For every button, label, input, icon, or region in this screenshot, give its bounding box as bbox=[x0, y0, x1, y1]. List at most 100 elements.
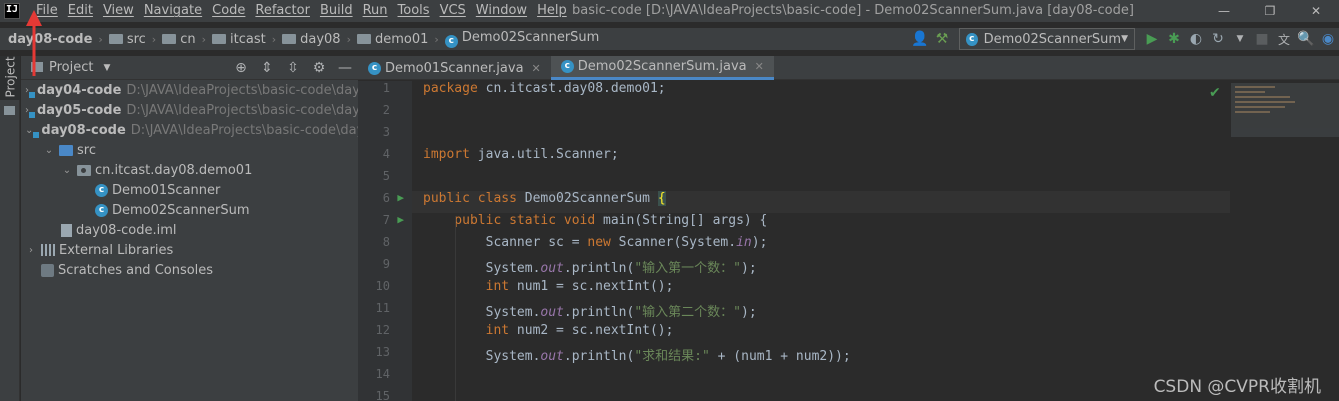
folder-icon bbox=[108, 33, 123, 44]
code-line-6: public class Demo02ScannerSum { bbox=[412, 191, 1230, 213]
editor-gutter: 1 2 3 4 5 6 ▶ 7 ▶ 8 9 10 11 12 13 14 15 bbox=[358, 81, 412, 401]
debug-icon[interactable]: ✱ bbox=[1163, 31, 1185, 47]
chevron-down-icon[interactable]: ▼ bbox=[103, 63, 110, 73]
code-text: .println( bbox=[563, 305, 635, 320]
line-number: 2 bbox=[382, 103, 390, 117]
ide-update-icon[interactable]: ◉ bbox=[1317, 31, 1339, 47]
breadcrumb-demo01[interactable]: demo01 bbox=[353, 32, 432, 47]
menu-bar: IJ File Edit View Navigate Code Refactor… bbox=[0, 0, 1339, 22]
code-line-8: Scanner sc = new Scanner(System.in); bbox=[412, 235, 1230, 257]
code-line-10: int num1 = sc.nextInt(); bbox=[412, 279, 1230, 301]
code-text: cn.itcast.day08.demo01; bbox=[477, 81, 666, 96]
tree-item-day08-code[interactable]: ⌄ day08-code D:\JAVA\IdeaProjects\basic-… bbox=[21, 120, 358, 140]
close-button[interactable]: ✕ bbox=[1293, 4, 1339, 18]
java-class-icon: c bbox=[95, 203, 108, 217]
locate-file-icon[interactable]: ⊕ bbox=[228, 60, 254, 76]
tree-item-src[interactable]: ⌄ src bbox=[21, 140, 358, 160]
gear-icon[interactable]: ⚙ bbox=[306, 60, 332, 76]
code-minimap[interactable] bbox=[1231, 83, 1339, 137]
code-editor[interactable]: package cn.itcast.day08.demo01; import j… bbox=[412, 81, 1230, 401]
tab-demo02scannersum[interactable]: c Demo02ScannerSum.java ✕ bbox=[550, 56, 774, 80]
line-number: 12 bbox=[375, 323, 390, 337]
chevron-right-icon[interactable]: › bbox=[25, 245, 37, 256]
menu-refactor[interactable]: Refactor bbox=[250, 0, 315, 22]
expand-all-icon[interactable]: ⇕ bbox=[254, 60, 280, 76]
breadcrumb: day08-code › src › cn › itcast › day08 ›… bbox=[4, 30, 603, 48]
minimize-button[interactable]: — bbox=[1201, 4, 1247, 18]
code-text: ); bbox=[751, 235, 768, 250]
code-text: Demo02ScannerSum bbox=[516, 191, 658, 206]
translate-icon[interactable]: 文 bbox=[1273, 31, 1295, 48]
tree-item-external-libraries[interactable]: › External Libraries bbox=[21, 240, 358, 260]
menu-view[interactable]: View bbox=[98, 0, 139, 22]
code-text: num2 = sc.nextInt(); bbox=[509, 323, 674, 338]
breadcrumb-demo01-label: demo01 bbox=[374, 31, 429, 47]
chevron-down-icon[interactable]: ⌄ bbox=[25, 125, 33, 136]
tree-item-day04-code[interactable]: › day04-code D:\JAVA\IdeaProjects\basic-… bbox=[21, 80, 358, 100]
close-icon[interactable]: ✕ bbox=[755, 60, 764, 73]
menu-window[interactable]: Window bbox=[471, 0, 532, 22]
tree-item-path: D:\JAVA\IdeaProjects\basic-code\day0 bbox=[126, 102, 358, 118]
restore-button[interactable]: ❐ bbox=[1247, 4, 1293, 18]
breadcrumb-itcast[interactable]: itcast bbox=[208, 32, 270, 47]
breadcrumb-class[interactable]: c Demo02ScannerSum bbox=[441, 30, 604, 48]
breadcrumb-cn[interactable]: cn bbox=[158, 32, 199, 47]
stop-icon[interactable]: ■ bbox=[1251, 31, 1273, 47]
build-hammer-icon[interactable]: ⚒ bbox=[931, 31, 953, 47]
code-text: Scanner(System. bbox=[610, 235, 737, 250]
static-field: out bbox=[540, 305, 564, 320]
code-text: System. bbox=[423, 305, 541, 320]
tree-item-day05-code[interactable]: › day05-code D:\JAVA\IdeaProjects\basic-… bbox=[21, 100, 358, 120]
chevron-down-icon[interactable]: ⌄ bbox=[61, 165, 73, 176]
menu-run[interactable]: Run bbox=[358, 0, 393, 22]
source-folder-icon bbox=[59, 144, 73, 156]
watermark: CSDN @CVPR收割机 bbox=[1153, 377, 1321, 397]
menu-navigate[interactable]: Navigate bbox=[139, 0, 207, 22]
chevron-down-icon[interactable]: ⌄ bbox=[43, 145, 55, 156]
profile-icon[interactable]: ↻ bbox=[1207, 31, 1229, 47]
menu-tools[interactable]: Tools bbox=[393, 0, 435, 22]
tree-item-iml[interactable]: day08-code.iml bbox=[21, 220, 358, 240]
menu-vcs[interactable]: VCS bbox=[435, 0, 471, 22]
chevron-right-icon: › bbox=[98, 32, 103, 46]
tree-item-package[interactable]: ⌄ cn.itcast.day08.demo01 bbox=[21, 160, 358, 180]
tree-item-scratches[interactable]: Scratches and Consoles bbox=[21, 260, 358, 280]
menu-edit[interactable]: Edit bbox=[63, 0, 98, 22]
menu-build[interactable]: Build bbox=[315, 0, 358, 22]
breadcrumb-src[interactable]: src bbox=[105, 32, 150, 47]
close-icon[interactable]: ✕ bbox=[532, 62, 541, 75]
run-gutter-icon[interactable]: ▶ bbox=[397, 191, 404, 204]
code-line-11: System.out.println("输入第二个数："); bbox=[412, 301, 1230, 323]
keyword: public class bbox=[423, 191, 517, 206]
menu-code[interactable]: Code bbox=[207, 0, 250, 22]
package-icon bbox=[356, 33, 371, 44]
toolbar-right: 👤 ⚒ c Demo02ScannerSum ▼ ▶ ✱ ◐ ↻ ▼ ■ 文 🔍… bbox=[909, 28, 1339, 50]
left-tool-strip: Project bbox=[0, 56, 20, 401]
run-configuration-select[interactable]: c Demo02ScannerSum ▼ bbox=[959, 28, 1135, 50]
tree-item-demo02scannersum[interactable]: c Demo02ScannerSum bbox=[21, 200, 358, 220]
project-tool-tab[interactable]: Project bbox=[0, 56, 20, 100]
breadcrumb-day08[interactable]: day08 bbox=[278, 32, 344, 47]
coverage-icon[interactable]: ◐ bbox=[1185, 31, 1207, 47]
more-run-actions-icon[interactable]: ▼ bbox=[1229, 34, 1251, 44]
string-literal: "求和结果:" bbox=[634, 349, 710, 364]
no-problems-check-icon[interactable]: ✔ bbox=[1209, 85, 1221, 101]
code-text: System. bbox=[423, 261, 541, 276]
line-number: 8 bbox=[382, 235, 390, 249]
tab-demo01scanner[interactable]: c Demo01Scanner.java ✕ bbox=[358, 56, 551, 80]
library-icon bbox=[41, 244, 55, 256]
run-icon[interactable]: ▶ bbox=[1141, 31, 1163, 47]
minimap-line bbox=[1235, 111, 1270, 113]
user-icon[interactable]: 👤 bbox=[909, 31, 931, 47]
hide-icon[interactable]: — bbox=[332, 60, 358, 76]
search-icon[interactable]: 🔍 bbox=[1295, 31, 1317, 47]
tree-item-label: day08-code bbox=[41, 122, 126, 138]
run-gutter-icon[interactable]: ▶ bbox=[397, 213, 404, 226]
tree-item-demo01scanner[interactable]: c Demo01Scanner bbox=[21, 180, 358, 200]
keyword: int bbox=[423, 279, 510, 294]
code-line-9: System.out.println("输入第一个数："); bbox=[412, 257, 1230, 279]
java-class-icon: c bbox=[444, 35, 458, 48]
collapse-all-icon[interactable]: ⇳ bbox=[280, 60, 306, 76]
menu-help[interactable]: Help bbox=[532, 0, 572, 22]
